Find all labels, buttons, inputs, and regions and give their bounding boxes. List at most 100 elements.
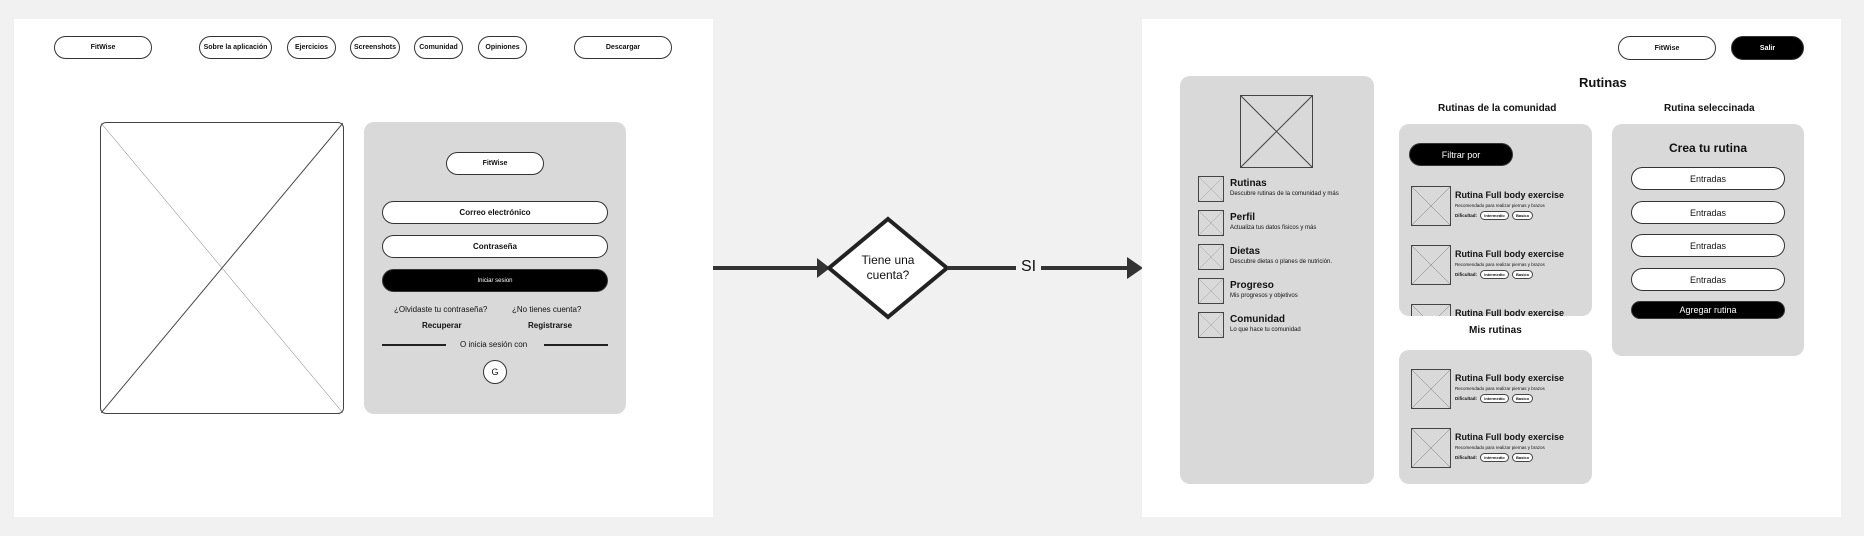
google-icon: G: [491, 367, 499, 377]
routines-screen-frame: FitWise Salir Rutinas Rutinas Descubre r…: [1142, 19, 1841, 517]
login-card: FitWise Correo electrónico Contraseña In…: [364, 122, 626, 414]
sidebar-item-title: Dietas: [1230, 246, 1261, 257]
dietas-icon: [1198, 244, 1224, 270]
routine-thumbnail: [1411, 304, 1451, 316]
nav-link-sobre[interactable]: Sobre la aplicación: [199, 36, 272, 59]
sidebar-avatar-placeholder: [1240, 95, 1313, 168]
no-account-text: ¿No tienes cuenta?: [512, 305, 582, 314]
sidebar-item-title: Perfil: [1230, 212, 1256, 223]
divider-right: [544, 344, 608, 346]
routine-title: Rutina Full body exercise: [1455, 308, 1565, 316]
tag-chip: Intermedio: [1480, 211, 1509, 220]
rutinas-icon: [1198, 176, 1224, 202]
perfil-icon: [1198, 210, 1224, 236]
routine-title: Rutina Full body exercise: [1455, 249, 1565, 259]
my-routines-heading: Mis rutinas: [1469, 325, 1522, 336]
entry-field[interactable]: Entradas: [1631, 201, 1785, 224]
entry-field[interactable]: Entradas: [1631, 167, 1785, 190]
tag-chip: Intermedio: [1480, 453, 1509, 462]
routine-difficulty: Dificultad: Intermedio Basico: [1455, 394, 1534, 403]
entry-field[interactable]: Entradas: [1631, 268, 1785, 291]
yes-label: SI: [1021, 258, 1037, 275]
difficulty-label: Dificultad:: [1455, 396, 1477, 401]
routine-title: Rutina Full body exercise: [1455, 373, 1565, 383]
nav-logo[interactable]: FitWise: [54, 36, 152, 59]
login-button[interactable]: Iniciar sesion: [382, 269, 608, 292]
recover-link[interactable]: Recuperar: [422, 321, 462, 330]
tag-chip: Basico: [1511, 270, 1534, 279]
flow-connector: [713, 216, 1143, 320]
sidebar: Rutinas Descubre rutinas de la comunidad…: [1180, 76, 1374, 484]
filter-button[interactable]: Filtrar por: [1409, 143, 1513, 166]
routine-thumbnail: [1411, 428, 1451, 468]
sidebar-item-dietas[interactable]: Dietas Descubre dietas o planes de nutri…: [1198, 244, 1368, 270]
logout-button[interactable]: Salir: [1731, 36, 1804, 60]
selected-routine-panel: Crea tu rutina Entradas Entradas Entrada…: [1612, 124, 1804, 356]
sidebar-item-desc: Lo que hace tu comunidad: [1230, 327, 1301, 333]
routine-thumbnail: [1411, 369, 1451, 409]
decision-label-1: Tiene una cuenta?: [861, 253, 915, 282]
progreso-icon: [1198, 278, 1224, 304]
tag-chip: Basico: [1511, 394, 1534, 403]
arrowhead-right: [1127, 257, 1143, 279]
community-routine-card[interactable]: Rutina Full body exercise: [1411, 304, 1591, 316]
routine-desc: Recomendado para realizar piernas y braz…: [1455, 203, 1545, 208]
hero-image-placeholder: [100, 122, 344, 414]
my-routine-card[interactable]: Rutina Full body exercise Recomendado pa…: [1411, 369, 1591, 409]
sidebar-item-title: Progreso: [1230, 280, 1274, 291]
card-logo: FitWise: [446, 152, 544, 175]
community-heading: Rutinas de la comunidad: [1438, 103, 1557, 114]
page-title: Rutinas: [1579, 75, 1627, 90]
routine-difficulty: Dificultad: Intermedio Basico: [1455, 270, 1534, 279]
sidebar-item-rutinas[interactable]: Rutinas Descubre rutinas de la comunidad…: [1198, 176, 1368, 202]
divider-left: [382, 344, 446, 346]
sidebar-item-progreso[interactable]: Progreso Mis progresos y objetivos: [1198, 278, 1368, 304]
routine-desc: Recomendado para realizar piernas y braz…: [1455, 386, 1545, 391]
divider-text: O inicia sesión con: [460, 340, 528, 349]
sidebar-item-desc: Descubre dietas o planes de nutrición.: [1230, 259, 1333, 265]
sidebar-item-desc: Descubre rutinas de la comunidad y más: [1230, 191, 1339, 197]
email-field[interactable]: Correo electrónico: [382, 201, 608, 224]
tag-chip: Intermedio: [1480, 270, 1509, 279]
difficulty-label: Dificultad:: [1455, 455, 1477, 460]
routine-desc: Recomendado para realizar piernas y braz…: [1455, 445, 1545, 450]
routine-desc: Recomendado para realizar piernas y braz…: [1455, 262, 1545, 267]
routine-thumbnail: [1411, 245, 1451, 285]
nav-link-opiniones[interactable]: Opiniones: [478, 36, 527, 59]
password-field[interactable]: Contraseña: [382, 235, 608, 258]
header-logo[interactable]: FitWise: [1618, 36, 1716, 60]
sidebar-item-perfil[interactable]: Perfil Actualiza tus datos fisicos y más: [1198, 210, 1368, 236]
sidebar-item-title: Rutinas: [1230, 178, 1267, 189]
tag-chip: Intermedio: [1480, 394, 1509, 403]
sidebar-item-desc: Actualiza tus datos fisicos y más: [1230, 225, 1317, 231]
sidebar-item-desc: Mis progresos y objetivos: [1230, 293, 1298, 299]
my-routines-panel: Rutina Full body exercise Recomendado pa…: [1399, 350, 1592, 484]
routine-difficulty: Dificultad: Intermedio Basico: [1455, 453, 1534, 462]
my-routine-card[interactable]: Rutina Full body exercise Recomendado pa…: [1411, 428, 1591, 468]
add-routine-button[interactable]: Agregar rutina: [1631, 301, 1785, 319]
tag-chip: Basico: [1511, 211, 1534, 220]
routine-difficulty: Dificultad: Intermedio Basico: [1455, 211, 1534, 220]
routine-title: Rutina Full body exercise: [1455, 432, 1565, 442]
routine-thumbnail: [1411, 186, 1451, 226]
create-routine-title: Crea tu rutina: [1668, 141, 1747, 155]
forgot-password-text: ¿Olvidaste tu contraseña?: [394, 305, 488, 314]
login-screen-frame: FitWise Sobre la aplicación Ejercicios S…: [14, 19, 713, 517]
tag-chip: Basico: [1511, 453, 1534, 462]
comunidad-icon: [1198, 312, 1224, 338]
nav-link-screenshots[interactable]: Screenshots: [350, 36, 400, 59]
community-routine-card[interactable]: Rutina Full body exercise Recomendado pa…: [1411, 186, 1591, 226]
community-routines-panel: Filtrar por Rutina Full body exercise Re…: [1399, 124, 1592, 316]
entry-field[interactable]: Entradas: [1631, 234, 1785, 257]
sidebar-item-comunidad[interactable]: Comunidad Lo que hace tu comunidad: [1198, 312, 1368, 338]
selected-heading: Rutina seleccinada: [1664, 103, 1755, 114]
difficulty-label: Dificultad:: [1455, 272, 1477, 277]
google-login-button[interactable]: G: [483, 360, 507, 384]
nav-link-ejercicios[interactable]: Ejercicios: [287, 36, 336, 59]
nav-link-comunidad[interactable]: Comunidad: [414, 36, 463, 59]
register-link[interactable]: Registrarse: [528, 321, 572, 330]
routine-title: Rutina Full body exercise: [1455, 190, 1565, 200]
community-routine-card[interactable]: Rutina Full body exercise Recomendado pa…: [1411, 245, 1591, 285]
difficulty-label: Dificultad:: [1455, 213, 1477, 218]
download-button[interactable]: Descargar: [574, 36, 672, 59]
